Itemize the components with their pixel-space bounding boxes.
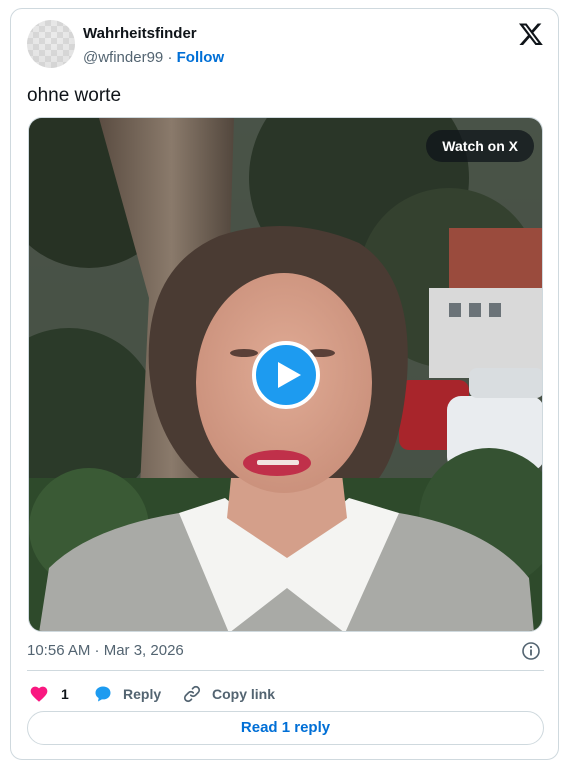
play-button[interactable] <box>252 341 320 409</box>
read-replies-button[interactable]: Read 1 reply <box>27 711 544 745</box>
watch-on-x-button[interactable]: Watch on X <box>426 130 534 162</box>
heart-icon <box>30 686 48 702</box>
tweet-text: ohne worte <box>27 85 122 106</box>
reply-button[interactable]: Reply <box>93 682 161 706</box>
copy-link-label: Copy link <box>212 686 276 702</box>
author-name[interactable]: Wahrheitsfinder <box>83 25 197 42</box>
author-handle[interactable]: @wfinder99 <box>83 49 163 66</box>
like-button[interactable]: 1 <box>29 682 69 706</box>
play-icon <box>278 362 301 388</box>
tweet-timestamp[interactable]: 10:56 AM · Mar 3, 2026 <box>27 642 184 659</box>
x-logo-icon[interactable] <box>518 21 544 47</box>
reply-label: Reply <box>123 686 162 702</box>
copy-link-button[interactable]: Copy link <box>182 682 275 706</box>
like-count: 1 <box>61 686 69 702</box>
info-icon[interactable] <box>521 641 541 666</box>
separator: · <box>167 49 173 66</box>
link-icon <box>183 685 201 703</box>
author-line: @wfinder99 · Follow <box>83 49 224 66</box>
tweet-card: Wahrheitsfinder @wfinder99 · Follow ohne… <box>10 8 559 760</box>
video-player[interactable]: Watch on X <box>28 117 543 632</box>
avatar[interactable] <box>27 20 75 68</box>
follow-button[interactable]: Follow <box>177 49 225 66</box>
divider <box>27 670 544 671</box>
reply-bubble-icon <box>95 686 111 702</box>
